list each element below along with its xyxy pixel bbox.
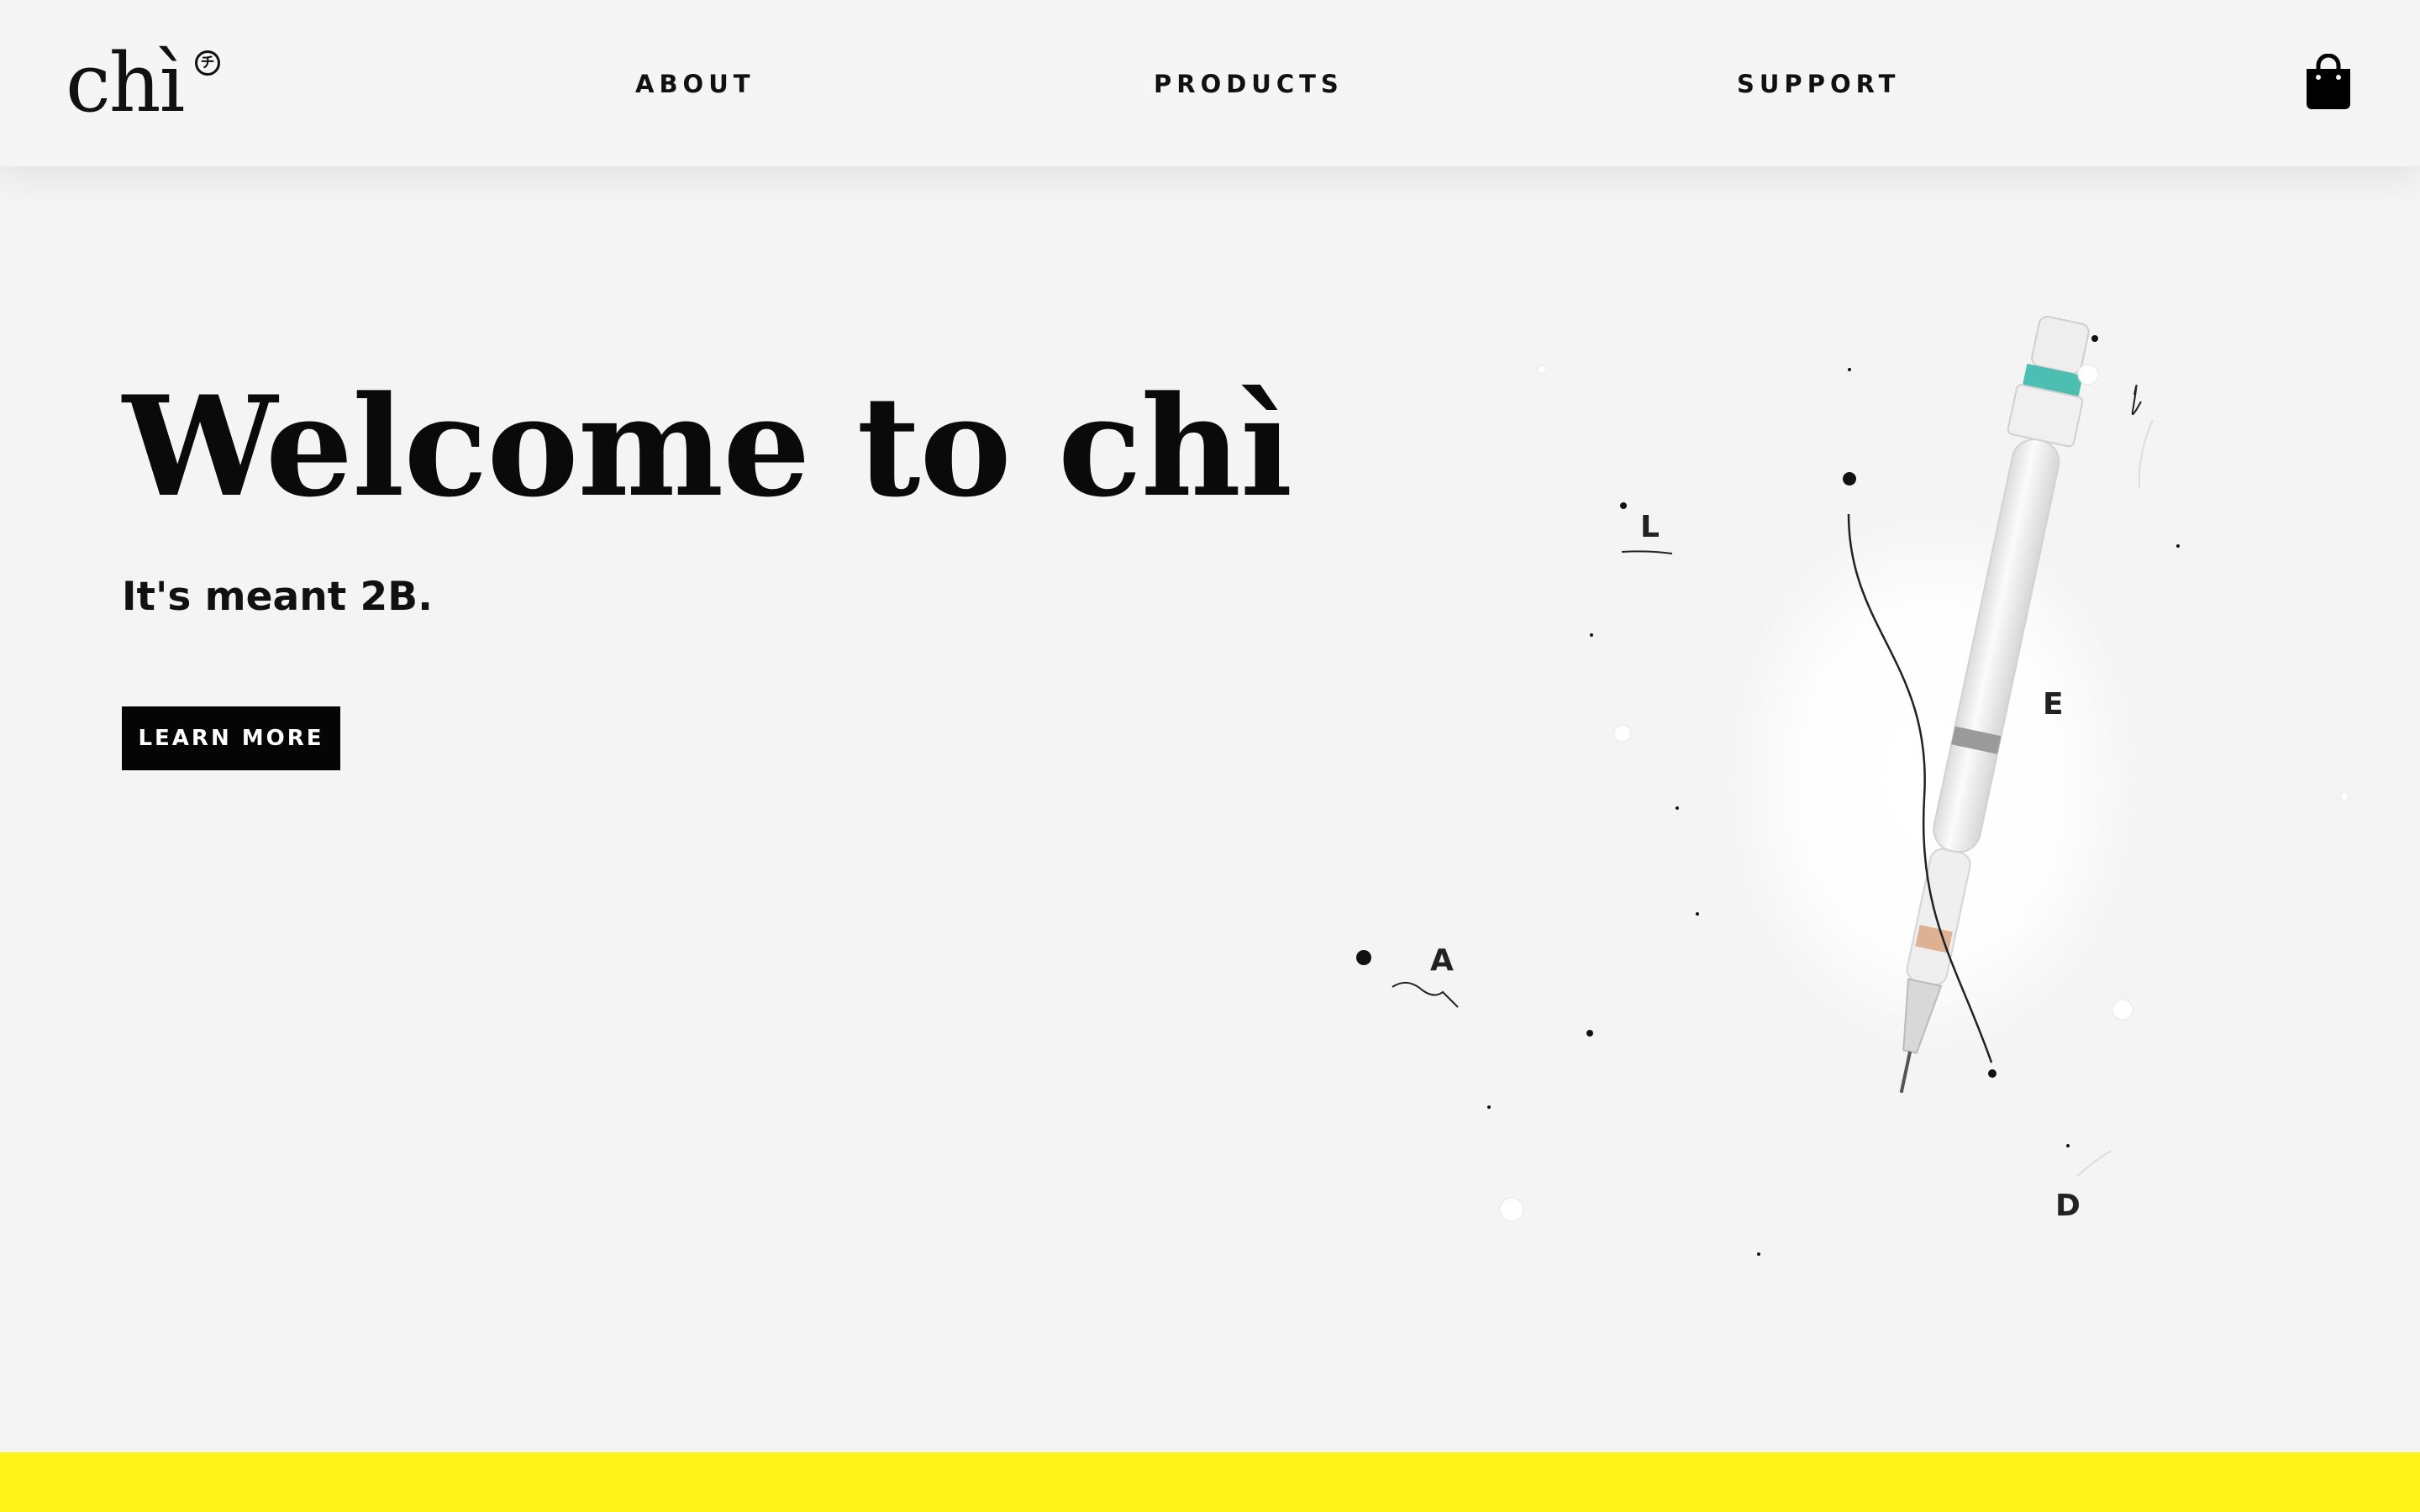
letter-e: E xyxy=(2043,687,2064,722)
yellow-footer-strip xyxy=(0,1452,2420,1512)
logo-badge: チ xyxy=(195,50,220,76)
nav-products[interactable]: PRODUCTS xyxy=(1154,69,1344,99)
logo-wordmark: chì xyxy=(66,36,185,130)
nav-support[interactable]: SUPPORT xyxy=(1737,69,1900,99)
letter-l: L xyxy=(1640,510,1660,544)
nav-about[interactable]: ABOUT xyxy=(635,69,755,99)
pencil-illustration: L E A D xyxy=(1356,315,2349,1256)
letter-a: A xyxy=(1430,943,1454,978)
learn-more-button[interactable]: LEARN MORE xyxy=(122,706,340,770)
hero-title: Welcome to chì xyxy=(123,365,1292,528)
shopping-bag-icon[interactable] xyxy=(2304,53,2353,111)
chi-logo[interactable]: chì チ xyxy=(66,37,234,129)
hero-subtitle: It's meant 2B. xyxy=(122,574,433,620)
letter-d: D xyxy=(2055,1189,2081,1223)
top-navigation-bar: chì チ ABOUT PRODUCTS SUPPORT xyxy=(0,0,2420,166)
